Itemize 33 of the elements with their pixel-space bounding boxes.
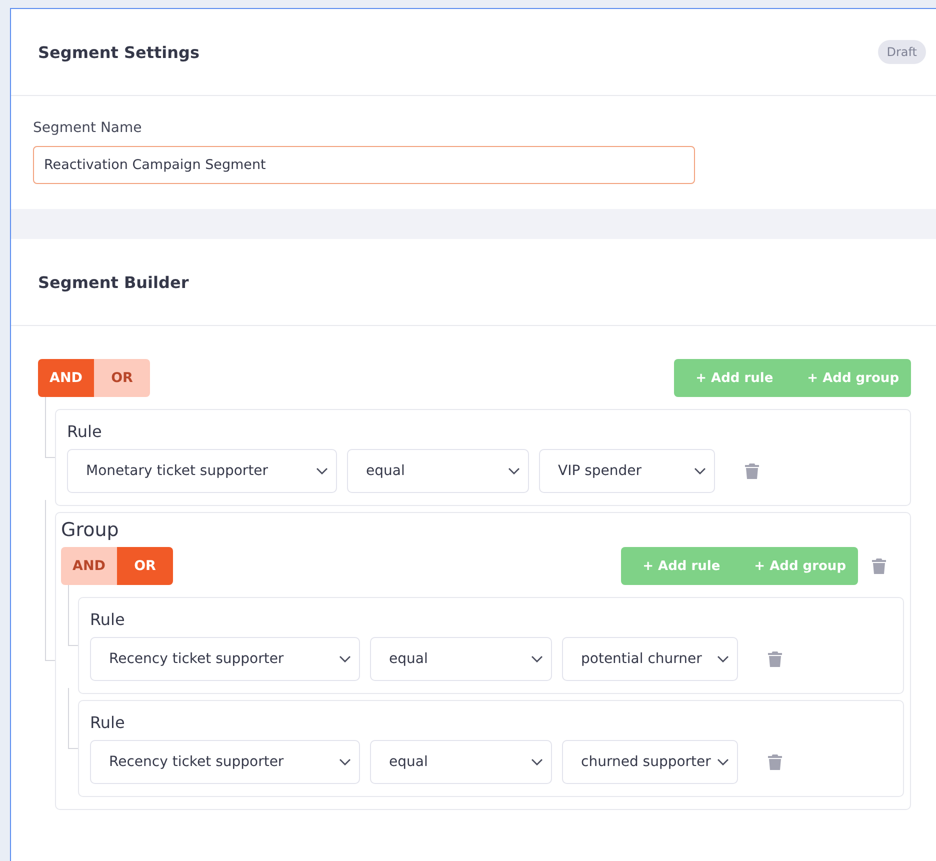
caret-icon: [316, 467, 328, 475]
dropdown[interactable]: Recency ticket supporter: [90, 637, 360, 681]
caret-icon: [339, 655, 351, 663]
caret-icon: [694, 467, 706, 475]
caret-icon: [531, 758, 543, 766]
dropdown[interactable]: equal: [347, 449, 529, 493]
rule-title: Rule: [67, 422, 103, 441]
combinator-toggle[interactable]: OR: [94, 359, 150, 397]
caret-icon: [717, 758, 729, 766]
combinator-toggle[interactable]: AND: [61, 547, 117, 585]
section-title: Segment Builder: [38, 272, 189, 292]
dropdown[interactable]: Recency ticket supporter: [90, 740, 360, 784]
caret-icon: [508, 467, 520, 475]
group-title: Group: [61, 519, 120, 541]
caret-icon: [339, 758, 351, 766]
dropdown[interactable]: potential churner: [562, 637, 738, 681]
caret-icon: [531, 655, 543, 663]
delete-icon[interactable]: [872, 558, 886, 574]
status-badge: Draft: [878, 40, 926, 64]
delete-icon[interactable]: [745, 463, 759, 479]
rule-title: Rule: [90, 713, 126, 732]
dropdown[interactable]: equal: [370, 740, 552, 784]
field-label: Segment Name: [33, 120, 143, 136]
dropdown[interactable]: Monetary ticket supporter: [67, 449, 337, 493]
delete-icon[interactable]: [768, 754, 782, 770]
dropdown[interactable]: VIP spender: [539, 449, 715, 493]
caret-icon: [717, 655, 729, 663]
dropdown[interactable]: churned supporter: [562, 740, 738, 784]
rule-title: Rule: [90, 610, 126, 629]
section-title: Segment Settings: [38, 42, 200, 62]
delete-icon[interactable]: [768, 651, 782, 667]
segment-name-field[interactable]: Reactivation Campaign Segment: [33, 146, 695, 184]
dropdown[interactable]: equal: [370, 637, 552, 681]
